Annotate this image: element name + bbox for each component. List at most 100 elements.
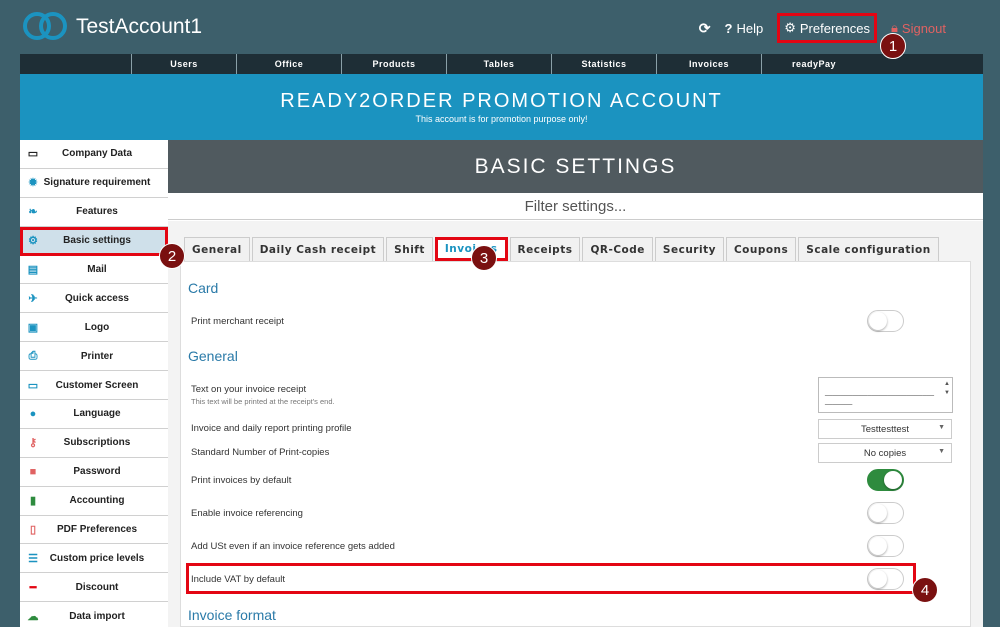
chevron-down-icon: ▼ — [938, 448, 945, 455]
nav-products[interactable]: Products — [341, 54, 446, 74]
bookmark-icon: ▮ — [29, 495, 37, 508]
invoice-referencing-toggle[interactable] — [867, 502, 904, 524]
callout-badge-1: 1 — [880, 33, 906, 59]
section-general: General — [188, 348, 238, 364]
sidebar-item-accounting[interactable]: ▮ Accounting — [20, 487, 168, 516]
print-copies-label: Standard Number of Print-copies — [191, 447, 330, 458]
gears-icon: ⚙ — [28, 235, 38, 248]
cloud-upload-icon: ☁ — [27, 610, 39, 623]
key-icon: ⚷ — [28, 437, 38, 450]
print-merchant-receipt-toggle[interactable] — [867, 310, 904, 332]
preferences-link[interactable]: ⚙ Preferences — [777, 13, 877, 43]
invoice-text-value: ___________________________________ — [825, 389, 935, 405]
tab-security[interactable]: Security — [654, 237, 724, 261]
ready2order-logo — [23, 12, 67, 40]
list-icon: ☰ — [28, 552, 38, 565]
include-vat-highlight — [186, 563, 916, 594]
invoice-text-field[interactable]: ___________________________________ ▲ ▼ — [818, 377, 953, 413]
badge-icon: ✹ — [28, 177, 38, 190]
sidebar-item-subscriptions[interactable]: ⚷ Subscriptions — [20, 429, 168, 458]
preferences-label: Preferences — [799, 20, 870, 36]
image-icon: ▣ — [27, 321, 39, 334]
printing-profile-select[interactable]: Testtesttest ▼ — [818, 419, 952, 439]
print-by-default-toggle[interactable] — [867, 469, 904, 491]
tab-shift[interactable]: Shift — [386, 237, 433, 261]
tab-scale-configuration[interactable]: Scale configuration — [798, 237, 939, 261]
lock-icon: ■ — [29, 465, 37, 478]
refresh-button[interactable]: ⟳ — [699, 20, 711, 37]
settings-content: BASIC SETTINGS Filter settings... Genera… — [168, 140, 983, 627]
monitor-icon: ▭ — [27, 379, 39, 392]
tabs-area: General Daily Cash receipt Shift Invoice… — [168, 221, 983, 627]
add-ust-toggle[interactable] — [867, 535, 904, 557]
sidebar-item-mail[interactable]: ▤ Mail — [20, 256, 168, 285]
settings-tabs: General Daily Cash receipt Shift Invoice… — [184, 237, 939, 261]
callout-badge-4: 4 — [912, 577, 938, 603]
refresh-icon: ⟳ — [698, 19, 711, 36]
sidebar-item-signature[interactable]: ✹ Signature requirement — [20, 169, 168, 198]
settings-sidebar: ▭ Company Data ✹ Signature requirement ❧ Fe… — [20, 140, 168, 627]
help-link[interactable]: ? Help — [725, 21, 764, 36]
print-copies-value: No copies — [863, 447, 907, 459]
nav-statistics[interactable]: Statistics — [551, 54, 656, 74]
nav-users[interactable]: Users — [131, 54, 236, 74]
inbox-icon: ▤ — [27, 264, 39, 276]
printing-profile-label: Invoice and daily report printing profil… — [191, 423, 352, 434]
print-by-default-label: Print invoices by default — [191, 475, 292, 486]
credit-card-icon: ▭ — [27, 148, 39, 161]
tab-receipts[interactable]: Receipts — [509, 237, 581, 261]
page-title: BASIC SETTINGS — [168, 140, 983, 193]
filter-settings-input[interactable]: Filter settings... — [168, 193, 983, 220]
leaf-icon: ❧ — [28, 206, 38, 219]
include-vat-label: Include VAT by default — [191, 574, 286, 585]
callout-badge-3: 3 — [471, 245, 497, 271]
sidebar-item-printer[interactable]: ⎙ Printer — [20, 342, 168, 372]
sidebar-item-basic-settings[interactable]: ⚙ Basic settings — [20, 226, 168, 256]
textarea-scrollbar[interactable]: ▲ ▼ — [944, 380, 950, 398]
globe-icon: ● — [29, 407, 37, 420]
sidebar-item-customer-screen[interactable]: ▭ Customer Screen — [20, 371, 168, 401]
nav-invoices[interactable]: Invoices — [656, 54, 761, 74]
sidebar-item-custom-price-levels[interactable]: ☰ Custom price levels — [20, 544, 168, 574]
print-merchant-receipt-label: Print merchant receipt — [191, 316, 284, 327]
banner-subtitle: This account is for promotion purpose on… — [415, 114, 588, 124]
sidebar-item-features[interactable]: ❧ Features — [20, 198, 168, 227]
include-vat-toggle[interactable] — [867, 568, 904, 590]
nav-tables[interactable]: Tables — [446, 54, 551, 74]
signout-label: Signout — [901, 20, 946, 36]
invoice-text-label: Text on your invoice receipt — [191, 384, 307, 395]
print-copies-select[interactable]: No copies ▼ — [818, 443, 952, 463]
callout-badge-2: 2 — [159, 243, 185, 269]
pdf-icon: ▯ — [29, 524, 37, 537]
add-ust-label: Add USt even if an invoice reference get… — [191, 541, 395, 552]
gears-icon: ⚙ — [784, 20, 796, 35]
printer-icon: ⎙ — [28, 349, 38, 362]
banner-title: READY2ORDER PROMOTION ACCOUNT — [280, 90, 723, 112]
minus-icon: ━ — [29, 581, 37, 594]
plane-icon: ✈ — [28, 292, 38, 305]
sidebar-item-data-import[interactable]: ☁ Data import — [20, 602, 168, 627]
sidebar-item-password[interactable]: ■ Password — [20, 458, 168, 487]
invoice-referencing-label: Enable invoice referencing — [191, 508, 303, 519]
help-label: Help — [736, 20, 764, 36]
invoices-panel: Card Print merchant receipt General Text… — [180, 261, 971, 627]
printing-profile-value: Testtesttest — [860, 423, 910, 435]
sidebar-item-pdf-preferences[interactable]: ▯ PDF Preferences — [20, 516, 168, 545]
sidebar-item-language[interactable]: ● Language — [20, 400, 168, 429]
main-nav: Users Office Products Tables Statistics … — [20, 54, 983, 74]
invoice-text-hint: This text will be printed at the receipt… — [191, 397, 335, 406]
tab-qr-code[interactable]: QR-Code — [582, 237, 653, 261]
section-card: Card — [188, 280, 219, 296]
nav-office[interactable]: Office — [236, 54, 341, 74]
sidebar-item-logo[interactable]: ▣ Logo — [20, 313, 168, 343]
nav-readypay[interactable]: readyPay — [761, 54, 866, 74]
sidebar-item-discount[interactable]: ━ Discount — [20, 573, 168, 603]
chevron-down-icon: ▼ — [938, 424, 945, 431]
sidebar-item-company-data[interactable]: ▭ Company Data — [20, 140, 168, 169]
tab-daily-cash-receipt[interactable]: Daily Cash receipt — [251, 237, 385, 261]
promotion-banner: READY2ORDER PROMOTION ACCOUNT This accou… — [20, 74, 983, 140]
tab-general[interactable]: General — [184, 237, 250, 261]
tab-coupons[interactable]: Coupons — [725, 237, 797, 261]
sidebar-item-quick-access[interactable]: ✈ Quick access — [20, 284, 168, 314]
